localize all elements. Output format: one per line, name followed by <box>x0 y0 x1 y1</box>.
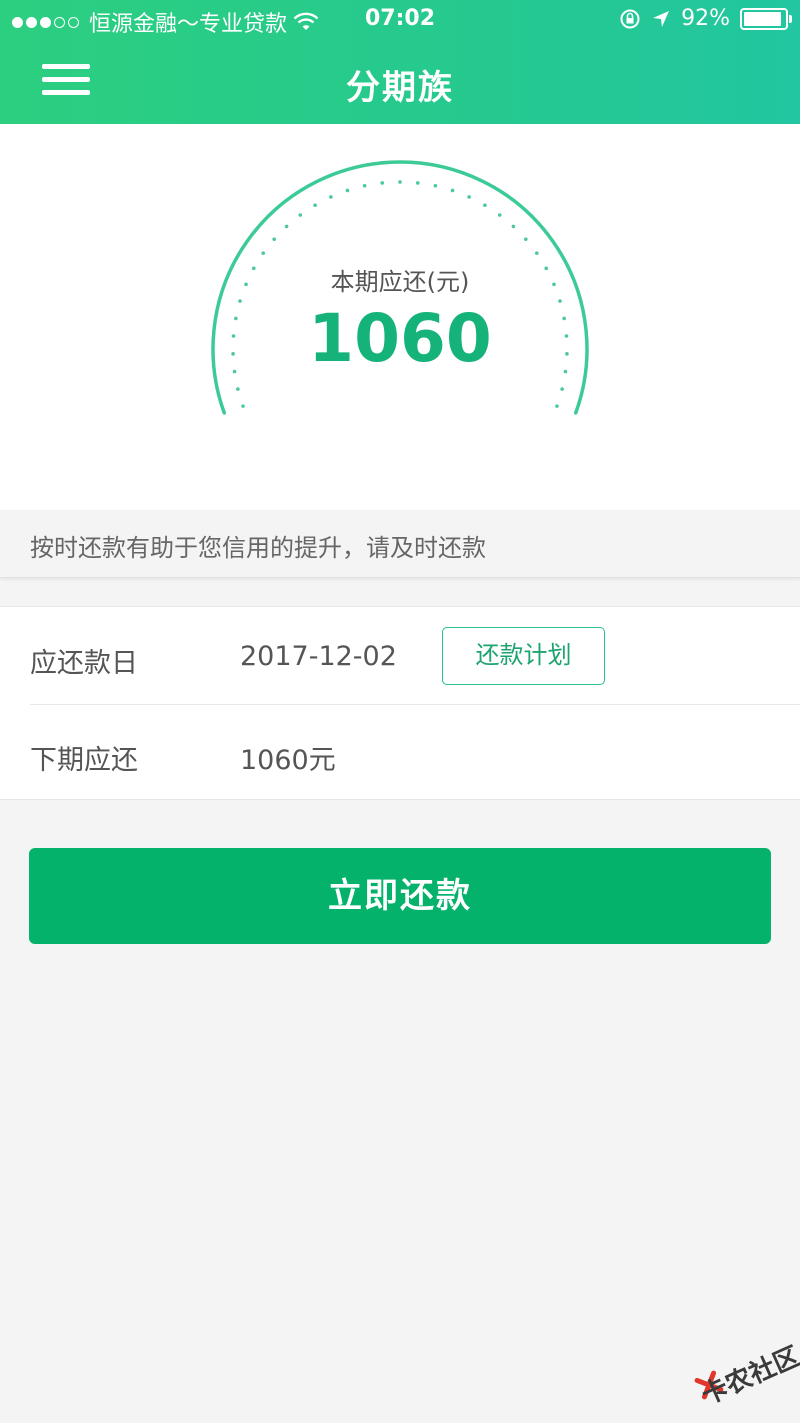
gauge-tick-dot <box>241 404 245 408</box>
gauge-tick-dot <box>236 387 240 391</box>
gauge-tick-dot <box>284 224 289 229</box>
next-payment-value: 1060元 <box>240 745 336 776</box>
gauge-tick-dot <box>534 251 539 256</box>
repay-now-button[interactable]: 立即还款 <box>29 848 771 944</box>
gauge-tick-dot <box>555 404 559 408</box>
gauge-tick-dot <box>313 203 317 207</box>
due-date-row: 应还款日 2017-12-02 还款计划 <box>0 607 800 704</box>
battery-percent: 92% <box>681 6 730 31</box>
gauge-amount: 1060 <box>308 300 492 377</box>
gauge-tick-dot <box>261 251 266 256</box>
gauge-tick-dot <box>560 387 564 391</box>
gauge-tick-dot <box>433 183 438 188</box>
gauge-tick-dot <box>497 213 502 217</box>
battery-fill <box>744 11 781 26</box>
rotation-lock-icon <box>620 9 640 28</box>
status-right: 92% <box>619 6 792 31</box>
repayment-plan-button[interactable]: 还款计划 <box>442 627 605 685</box>
next-payment-label: 下期应还 <box>30 745 138 776</box>
gauge-tick-dot <box>345 188 350 193</box>
gauge-tick-dot <box>467 195 471 199</box>
gauge-tick-dot <box>380 181 385 185</box>
gauge-tick-dot <box>329 195 333 199</box>
gauge-tick-dot <box>272 237 276 241</box>
due-date-value: 2017-12-02 <box>240 641 397 672</box>
location-arrow-icon <box>653 10 670 27</box>
due-date-label: 应还款日 <box>30 648 138 679</box>
credit-tip: 按时还款有助于您信用的提升，请及时还款 <box>0 510 800 578</box>
app-header: 恒源金融～专业贷款 07:02 92% 分期族 <box>0 0 800 124</box>
gauge-tick-dot <box>298 213 303 217</box>
gauge-tick-dot <box>511 224 516 229</box>
nav-bar: 分期族 <box>0 40 800 124</box>
gauge-tick-dot <box>524 237 528 241</box>
next-payment-row: 下期应还 1060元 <box>0 704 800 801</box>
gauge-label: 本期应还(元) <box>330 268 470 296</box>
repayment-details: 应还款日 2017-12-02 还款计划 下期应还 1060元 <box>0 606 800 800</box>
status-bar: 恒源金融～专业贷款 07:02 92% <box>0 0 800 40</box>
gauge-tick-dot <box>483 203 487 207</box>
gauge-tick-dot <box>415 181 420 185</box>
gauge-tick-dot <box>398 180 402 184</box>
battery-icon <box>740 7 792 30</box>
page-title: 分期族 <box>346 68 454 108</box>
watermark-text: 卡农社区 <box>697 1341 800 1412</box>
gauge-tick-dot <box>362 183 367 188</box>
gauge-tick-dot <box>450 188 455 193</box>
repayment-gauge-card: 本期应还(元) 1060 <box>0 124 800 510</box>
